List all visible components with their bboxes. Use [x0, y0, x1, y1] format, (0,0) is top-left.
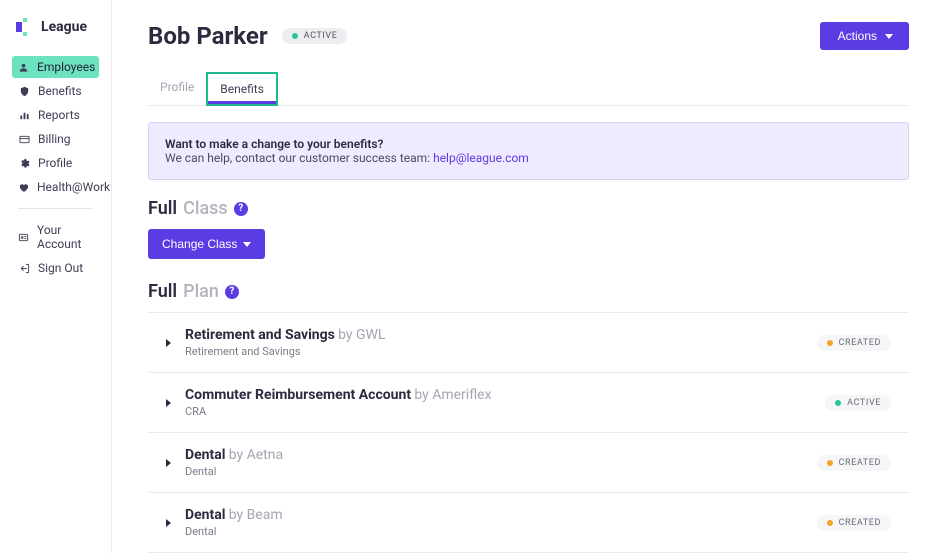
- plan-row[interactable]: Dental by Beam Dental CREATED: [148, 493, 909, 553]
- tab-benefits[interactable]: Benefits: [206, 72, 278, 106]
- notice-banner: Want to make a change to your benefits? …: [148, 122, 909, 180]
- class-section-title: Full Class ?: [148, 198, 909, 219]
- status-dot-icon: [835, 400, 841, 406]
- sidebar-item-label: Your Account: [37, 223, 93, 251]
- sidebar-item-reports[interactable]: Reports: [12, 104, 99, 126]
- plan-main: Retirement and Savings by GWL Retirement…: [185, 327, 803, 358]
- caret-down-icon: [243, 242, 251, 247]
- main-content: Bob Parker ACTIVE Actions Profile Benefi…: [112, 0, 939, 553]
- caret-down-icon: [885, 34, 893, 39]
- page-header: Bob Parker ACTIVE Actions: [148, 22, 909, 50]
- card-icon: [18, 133, 30, 145]
- shield-icon: [18, 85, 30, 97]
- status-dot-icon: [292, 33, 298, 39]
- plan-name: Dental: [185, 507, 225, 523]
- plan-status-pill: CREATED: [817, 455, 891, 471]
- class-word2: Class: [183, 198, 228, 219]
- expand-caret-icon[interactable]: [166, 339, 171, 347]
- status-dot-icon: [827, 340, 833, 346]
- plan-row[interactable]: Retirement and Savings by GWL Retirement…: [148, 313, 909, 373]
- plan-section-title: Full Plan ?: [148, 281, 909, 302]
- notice-email-link[interactable]: help@league.com: [433, 151, 529, 165]
- plan-status-pill: CREATED: [817, 335, 891, 351]
- sidebar-item-benefits[interactable]: Benefits: [12, 80, 99, 102]
- plan-status-text: ACTIVE: [847, 398, 881, 408]
- primary-nav: Employees Benefits Reports Billing Profi…: [0, 56, 111, 279]
- sidebar-item-label: Profile: [38, 156, 72, 170]
- help-icon[interactable]: ?: [225, 285, 239, 299]
- nav-divider: [18, 208, 93, 209]
- status-dot-icon: [827, 460, 833, 466]
- plan-list: Retirement and Savings by GWL Retirement…: [148, 312, 909, 553]
- sidebar-item-sign-out[interactable]: Sign Out: [12, 257, 99, 279]
- status-dot-icon: [827, 520, 833, 526]
- change-class-button[interactable]: Change Class: [148, 229, 265, 259]
- sidebar-item-label: Health@Work: [37, 180, 110, 194]
- heart-icon: [18, 181, 29, 193]
- plan-provider: by GWL: [338, 327, 385, 343]
- plan-main: Commuter Reimbursement Account by Amerif…: [185, 387, 811, 418]
- notice-heading: Want to make a change to your benefits?: [165, 137, 383, 151]
- expand-caret-icon[interactable]: [166, 459, 171, 467]
- status-text: ACTIVE: [304, 31, 338, 41]
- actions-button[interactable]: Actions: [820, 22, 909, 50]
- sidebar-item-label: Employees: [37, 60, 95, 74]
- header-left: Bob Parker ACTIVE: [148, 22, 347, 50]
- plan-word2: Plan: [183, 281, 219, 302]
- plan-status-pill: CREATED: [817, 515, 891, 531]
- plan-status-text: CREATED: [839, 518, 881, 528]
- plan-provider: by Beam: [229, 507, 283, 523]
- brand-logo[interactable]: League: [0, 18, 111, 56]
- plan-word1: Full: [148, 281, 177, 302]
- chart-icon: [18, 109, 30, 121]
- user-icon: [18, 61, 29, 73]
- plan-sub: Dental: [185, 525, 803, 538]
- status-badge: ACTIVE: [282, 28, 348, 44]
- plan-row[interactable]: Commuter Reimbursement Account by Amerif…: [148, 373, 909, 433]
- sidebar-item-billing[interactable]: Billing: [12, 128, 99, 150]
- brand-name: League: [41, 19, 87, 35]
- expand-caret-icon[interactable]: [166, 399, 171, 407]
- sidebar-item-profile[interactable]: Profile: [12, 152, 99, 174]
- class-word1: Full: [148, 198, 177, 219]
- expand-caret-icon[interactable]: [166, 519, 171, 527]
- sidebar-item-healthatwork[interactable]: Health@Work: [12, 176, 99, 198]
- plan-main: Dental by Aetna Dental: [185, 447, 803, 478]
- help-icon[interactable]: ?: [234, 202, 248, 216]
- sidebar-item-label: Benefits: [38, 84, 82, 98]
- id-icon: [18, 231, 29, 243]
- notice-body: We can help, contact our customer succes…: [165, 151, 433, 165]
- plan-status-text: CREATED: [839, 338, 881, 348]
- actions-label: Actions: [838, 29, 877, 43]
- plan-name: Commuter Reimbursement Account: [185, 387, 411, 403]
- gear-icon: [18, 157, 30, 169]
- plan-name: Dental: [185, 447, 225, 463]
- plan-status-pill: ACTIVE: [825, 395, 891, 411]
- sidebar-item-label: Sign Out: [38, 261, 83, 275]
- tab-profile[interactable]: Profile: [148, 72, 206, 105]
- sidebar-item-label: Reports: [38, 108, 80, 122]
- logo-mark-icon: [16, 18, 34, 36]
- plan-main: Dental by Beam Dental: [185, 507, 803, 538]
- change-class-label: Change Class: [162, 237, 237, 251]
- plan-row[interactable]: Dental by Aetna Dental CREATED: [148, 433, 909, 493]
- plan-status-text: CREATED: [839, 458, 881, 468]
- sidebar-item-your-account[interactable]: Your Account: [12, 219, 99, 255]
- plan-sub: CRA: [185, 405, 811, 418]
- sidebar-item-employees[interactable]: Employees: [12, 56, 99, 78]
- page-title: Bob Parker: [148, 22, 268, 50]
- plan-provider: by Ameriflex: [414, 387, 491, 403]
- tabs: Profile Benefits: [148, 72, 909, 106]
- sidebar-item-label: Billing: [38, 132, 71, 146]
- plan-name: Retirement and Savings: [185, 327, 335, 343]
- sidebar: League Employees Benefits Reports Billin…: [0, 0, 112, 553]
- plan-provider: by Aetna: [229, 447, 283, 463]
- plan-sub: Retirement and Savings: [185, 345, 803, 358]
- plan-sub: Dental: [185, 465, 803, 478]
- signout-icon: [18, 262, 30, 274]
